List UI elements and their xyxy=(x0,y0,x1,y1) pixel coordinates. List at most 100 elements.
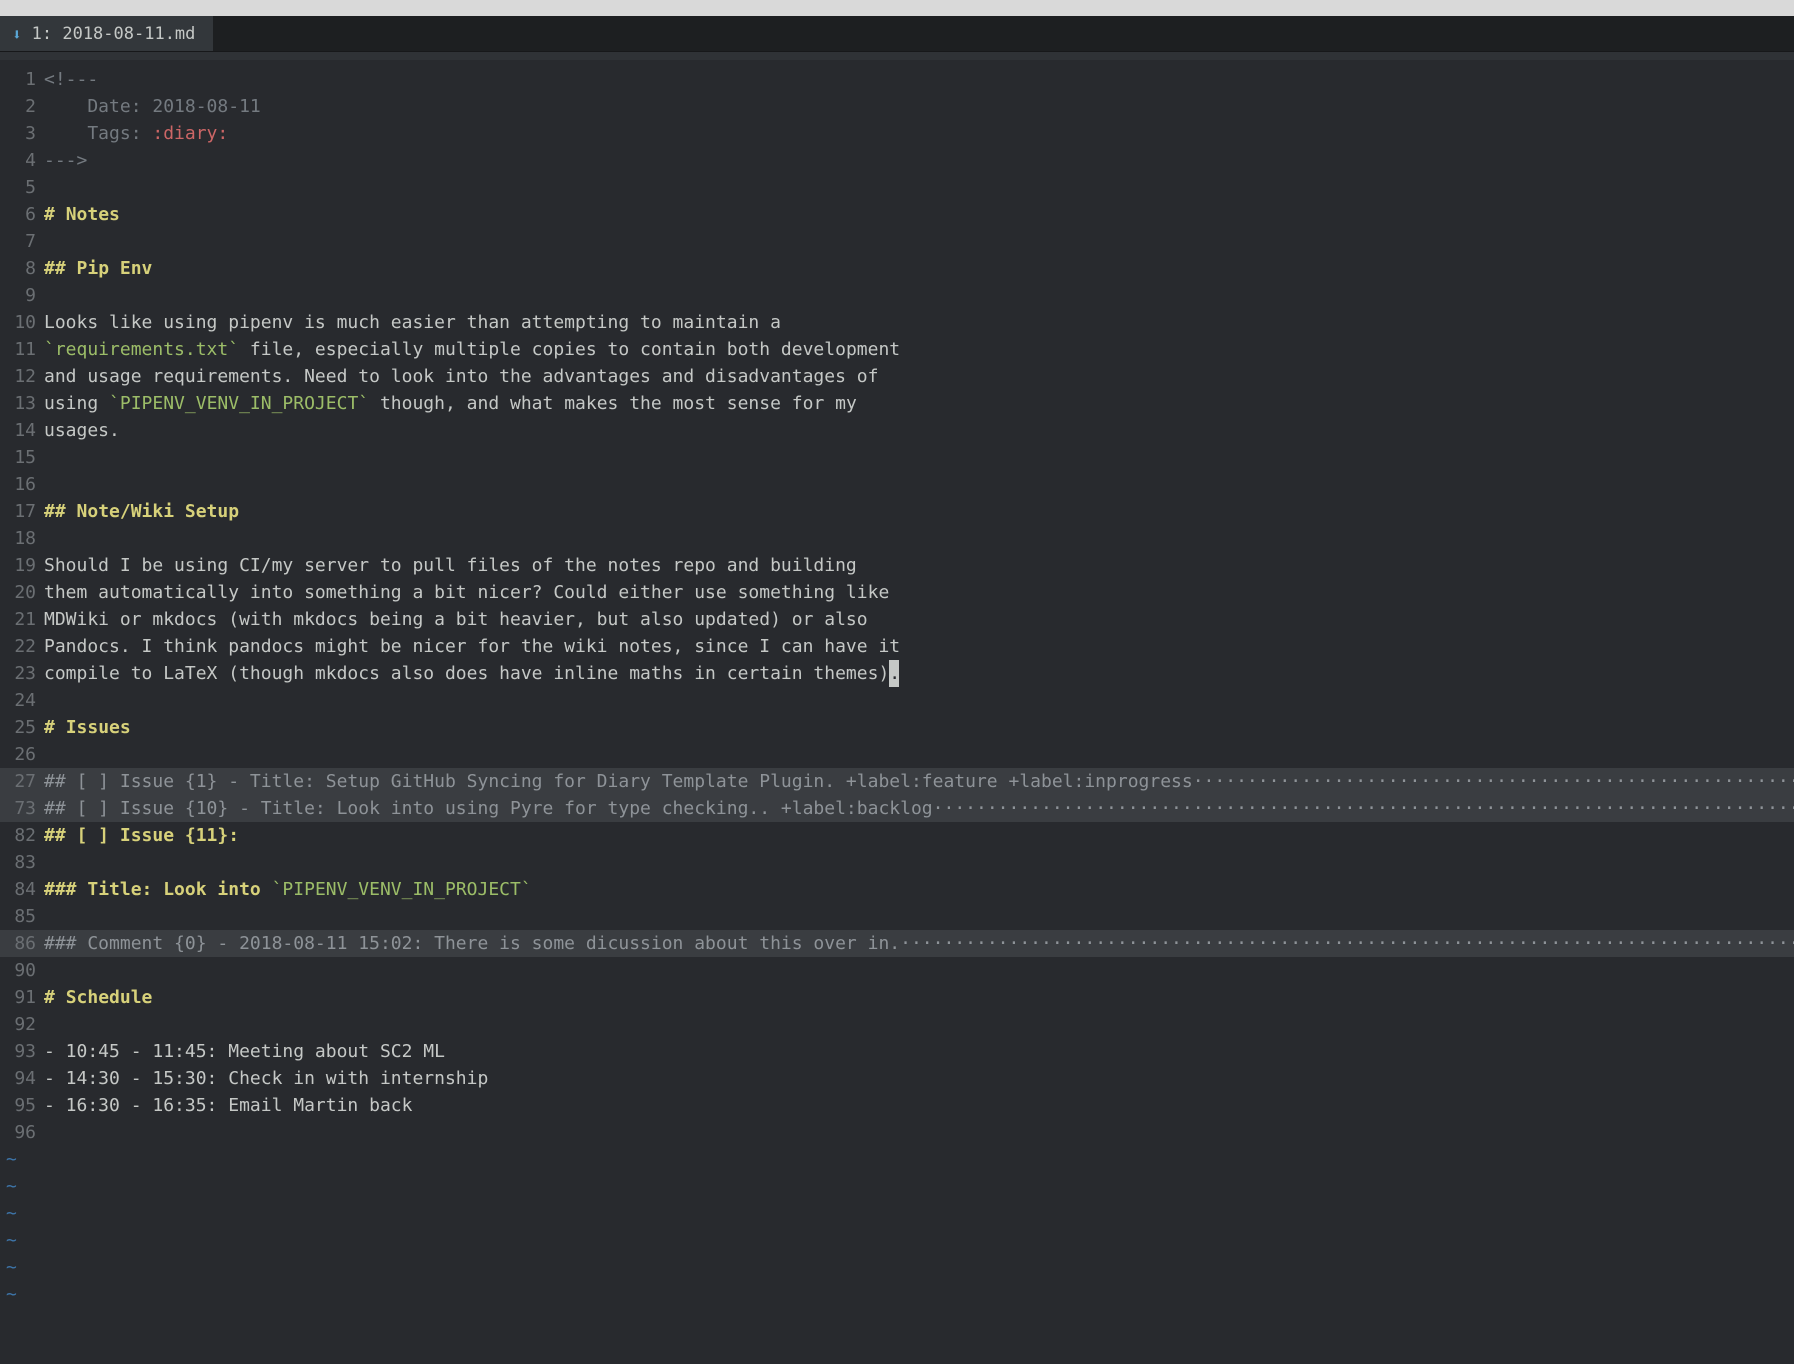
code-line[interactable]: 3 Tags: :diary: xyxy=(0,120,1794,147)
code-line[interactable]: 9 xyxy=(0,282,1794,309)
code-line[interactable]: 12and usage requirements. Need to look i… xyxy=(0,363,1794,390)
line-number: 91 xyxy=(0,984,44,1011)
line-content: # Schedule xyxy=(44,984,1794,1011)
end-of-buffer-marker: ~ xyxy=(0,1254,1794,1281)
line-number: 1 xyxy=(0,66,44,93)
line-number: 17 xyxy=(0,498,44,525)
code-line[interactable]: 20them automatically into something a bi… xyxy=(0,579,1794,606)
code-line[interactable]: 83 xyxy=(0,849,1794,876)
code-line[interactable]: 13using `PIPENV_VENV_IN_PROJECT` though,… xyxy=(0,390,1794,417)
line-number: 85 xyxy=(0,903,44,930)
code-line[interactable]: 11`requirements.txt` file, especially mu… xyxy=(0,336,1794,363)
code-line[interactable]: 1<!--- xyxy=(0,66,1794,93)
code-line[interactable]: 92 xyxy=(0,1011,1794,1038)
line-content: `requirements.txt` file, especially mult… xyxy=(44,336,1794,363)
folded-line[interactable]: 73## [ ] Issue {10} - Title: Look into u… xyxy=(0,795,1794,822)
code-line[interactable]: 93- 10:45 - 11:45: Meeting about SC2 ML xyxy=(0,1038,1794,1065)
code-line[interactable]: 26 xyxy=(0,741,1794,768)
line-number: 73 xyxy=(0,795,44,822)
code-line[interactable]: 10Looks like using pipenv is much easier… xyxy=(0,309,1794,336)
text-editor[interactable]: 1<!---2 Date: 2018-08-113 Tags: :diary:4… xyxy=(0,60,1794,1364)
line-content xyxy=(44,957,1794,984)
code-line[interactable]: 23compile to LaTeX (though mkdocs also d… xyxy=(0,660,1794,687)
line-content: - 16:30 - 16:35: Email Martin back xyxy=(44,1092,1794,1119)
end-of-buffer-marker: ~ xyxy=(0,1281,1794,1308)
line-content: Pandocs. I think pandocs might be nicer … xyxy=(44,633,1794,660)
tab-label: 1: 2018-08-11.md xyxy=(32,24,196,44)
code-line[interactable]: 4---> xyxy=(0,147,1794,174)
folded-line[interactable]: 27## [ ] Issue {1} - Title: Setup GitHub… xyxy=(0,768,1794,795)
line-content: Looks like using pipenv is much easier t… xyxy=(44,309,1794,336)
markdown-file-icon: ⬇ xyxy=(12,27,22,43)
line-content: # Notes xyxy=(44,201,1794,228)
code-line[interactable]: 19Should I be using CI/my server to pull… xyxy=(0,552,1794,579)
code-line[interactable]: 95- 16:30 - 16:35: Email Martin back xyxy=(0,1092,1794,1119)
line-content: and usage requirements. Need to look int… xyxy=(44,363,1794,390)
tab-bar: ⬇ 1: 2018-08-11.md xyxy=(0,16,1794,52)
line-content xyxy=(44,525,1794,552)
line-number: 96 xyxy=(0,1119,44,1146)
code-line[interactable]: 21MDWiki or mkdocs (with mkdocs being a … xyxy=(0,606,1794,633)
end-of-buffer-marker: ~ xyxy=(0,1146,1794,1173)
code-line[interactable]: 82## [ ] Issue {11}: xyxy=(0,822,1794,849)
line-number: 92 xyxy=(0,1011,44,1038)
line-content: Tags: :diary: xyxy=(44,120,1794,147)
line-content: ---> xyxy=(44,147,1794,174)
line-content xyxy=(44,228,1794,255)
line-content xyxy=(44,903,1794,930)
line-content: using `PIPENV_VENV_IN_PROJECT` though, a… xyxy=(44,390,1794,417)
line-content: # Issues xyxy=(44,714,1794,741)
line-content xyxy=(44,741,1794,768)
code-line[interactable]: 7 xyxy=(0,228,1794,255)
line-number: 12 xyxy=(0,363,44,390)
line-number: 15 xyxy=(0,444,44,471)
code-line[interactable]: 91# Schedule xyxy=(0,984,1794,1011)
code-line[interactable]: 22Pandocs. I think pandocs might be nice… xyxy=(0,633,1794,660)
line-number: 86 xyxy=(0,930,44,957)
line-number: 83 xyxy=(0,849,44,876)
end-of-buffer-marker: ~ xyxy=(0,1200,1794,1227)
line-content: Should I be using CI/my server to pull f… xyxy=(44,552,1794,579)
line-number: 23 xyxy=(0,660,44,687)
line-number: 5 xyxy=(0,174,44,201)
code-line[interactable]: 24 xyxy=(0,687,1794,714)
code-line[interactable]: 14usages. xyxy=(0,417,1794,444)
line-content xyxy=(44,849,1794,876)
line-number: 94 xyxy=(0,1065,44,1092)
line-content: MDWiki or mkdocs (with mkdocs being a bi… xyxy=(44,606,1794,633)
folded-line[interactable]: 86### Comment {0} - 2018-08-11 15:02: Th… xyxy=(0,930,1794,957)
line-number: 9 xyxy=(0,282,44,309)
line-content: - 10:45 - 11:45: Meeting about SC2 ML xyxy=(44,1038,1794,1065)
line-number: 90 xyxy=(0,957,44,984)
line-content: ### Comment {0} - 2018-08-11 15:02: Ther… xyxy=(44,930,1794,957)
line-number: 19 xyxy=(0,552,44,579)
line-content: - 14:30 - 15:30: Check in with internshi… xyxy=(44,1065,1794,1092)
line-content xyxy=(44,444,1794,471)
code-line[interactable]: 94- 14:30 - 15:30: Check in with interns… xyxy=(0,1065,1794,1092)
code-line[interactable]: 5 xyxy=(0,174,1794,201)
code-line[interactable]: 85 xyxy=(0,903,1794,930)
line-number: 3 xyxy=(0,120,44,147)
line-number: 27 xyxy=(0,768,44,795)
line-number: 13 xyxy=(0,390,44,417)
code-line[interactable]: 90 xyxy=(0,957,1794,984)
line-number: 84 xyxy=(0,876,44,903)
line-number: 24 xyxy=(0,687,44,714)
line-number: 26 xyxy=(0,741,44,768)
line-number: 22 xyxy=(0,633,44,660)
line-content: ## [ ] Issue {10} - Title: Look into usi… xyxy=(44,795,1794,822)
tab-strip-separator xyxy=(0,52,1794,60)
code-line[interactable]: 15 xyxy=(0,444,1794,471)
code-line[interactable]: 18 xyxy=(0,525,1794,552)
code-line[interactable]: 84### Title: Look into `PIPENV_VENV_IN_P… xyxy=(0,876,1794,903)
line-number: 93 xyxy=(0,1038,44,1065)
code-line[interactable]: 96 xyxy=(0,1119,1794,1146)
line-number: 7 xyxy=(0,228,44,255)
code-line[interactable]: 8## Pip Env xyxy=(0,255,1794,282)
tab-active[interactable]: ⬇ 1: 2018-08-11.md xyxy=(0,16,214,51)
code-line[interactable]: 17## Note/Wiki Setup xyxy=(0,498,1794,525)
code-line[interactable]: 25# Issues xyxy=(0,714,1794,741)
code-line[interactable]: 16 xyxy=(0,471,1794,498)
code-line[interactable]: 2 Date: 2018-08-11 xyxy=(0,93,1794,120)
code-line[interactable]: 6# Notes xyxy=(0,201,1794,228)
